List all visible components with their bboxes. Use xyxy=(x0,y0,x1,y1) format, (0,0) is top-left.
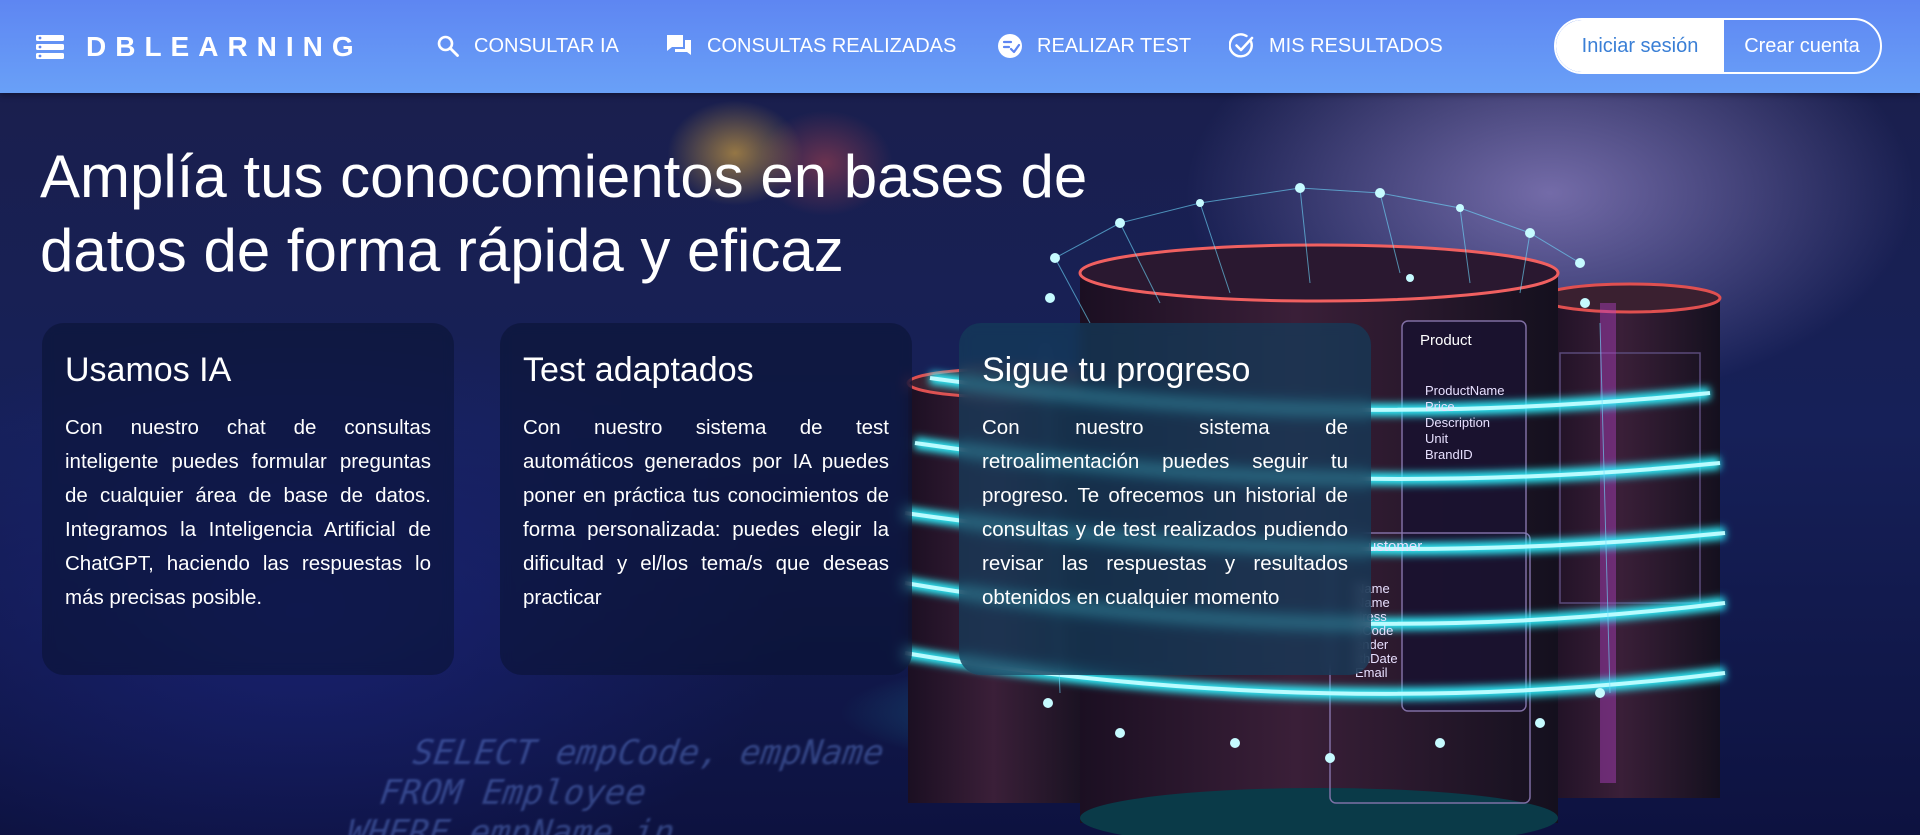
hero-section: Product ProductName Price Description Un… xyxy=(0,93,1920,835)
nav-consultar-ia[interactable]: CONSULTAR IA xyxy=(436,28,619,64)
schema-table-title-2: ustomer xyxy=(1368,538,1422,555)
card-text: Con nuestro sistema de retroalimentación… xyxy=(982,416,1348,609)
quiz-icon xyxy=(998,34,1022,58)
nav-label: MIS RESULTADOS xyxy=(1269,34,1443,57)
brand-name: DBLEARNING xyxy=(86,31,363,62)
schema-table-title: Product xyxy=(1420,332,1473,349)
sql-code-line: FROM Employee xyxy=(373,773,653,813)
hero-title-line: datos de forma rápida y eficaz xyxy=(40,217,844,284)
schema-field: ProductName xyxy=(1425,383,1504,398)
nav-mis-resultados[interactable]: MIS RESULTADOS xyxy=(1229,28,1443,64)
feature-card-progreso: Sigue tu progreso Con nuestro sistema de… xyxy=(959,323,1371,675)
card-title: Test adaptados xyxy=(523,351,754,389)
nav-label: REALIZAR TEST xyxy=(1037,34,1192,57)
hero-title-line: Amplía tus conocomientos en bases de xyxy=(40,143,1088,210)
card-title: Usamos IA xyxy=(65,351,232,389)
auth-button-group: Iniciar sesión Crear cuenta xyxy=(1554,18,1882,74)
card-text: Con nuestro chat de consultas inteligent… xyxy=(65,416,431,609)
hero-title: Amplía tus conocomientos en bases de dat… xyxy=(40,140,1140,288)
nav-realizar-test[interactable]: REALIZAR TEST xyxy=(997,28,1191,64)
nav-label: CONSULTAS REALIZADAS xyxy=(707,34,957,57)
brand-logo-link[interactable]: DBLEARNING xyxy=(36,27,363,67)
feature-card-test: Test adaptados Con nuestro sistema de te… xyxy=(500,323,912,675)
sql-code-line: WHERE empName in xyxy=(340,813,682,835)
nav-consultas-realizadas[interactable]: CONSULTAS REALIZADAS xyxy=(665,28,956,64)
server-stack-icon xyxy=(36,35,64,59)
signup-button[interactable]: Crear cuenta xyxy=(1724,20,1880,72)
schema-field: Description xyxy=(1425,415,1490,430)
schema-field: Price xyxy=(1425,399,1455,414)
schema-field: Unit xyxy=(1425,431,1449,446)
card-text: Con nuestro sistema de test automáticos … xyxy=(523,416,889,609)
card-title: Sigue tu progreso xyxy=(982,351,1251,389)
sql-code-line: SELECT empCode, empName xyxy=(406,733,891,773)
top-navbar: DBLEARNING CONSULTAR IA CONSULTAS REALIZ… xyxy=(0,0,1920,93)
search-icon xyxy=(437,35,459,57)
login-button[interactable]: Iniciar sesión xyxy=(1556,20,1724,72)
schema-field: BrandID xyxy=(1425,447,1473,462)
chat-bubbles-icon xyxy=(667,35,691,55)
nav-label: CONSULTAR IA xyxy=(474,34,619,57)
feature-card-ia: Usamos IA Con nuestro chat de consultas … xyxy=(42,323,454,675)
check-circle-icon xyxy=(1229,33,1254,58)
sql-code-background: SELECT empCode, empName FROM Employee WH… xyxy=(101,733,1640,835)
